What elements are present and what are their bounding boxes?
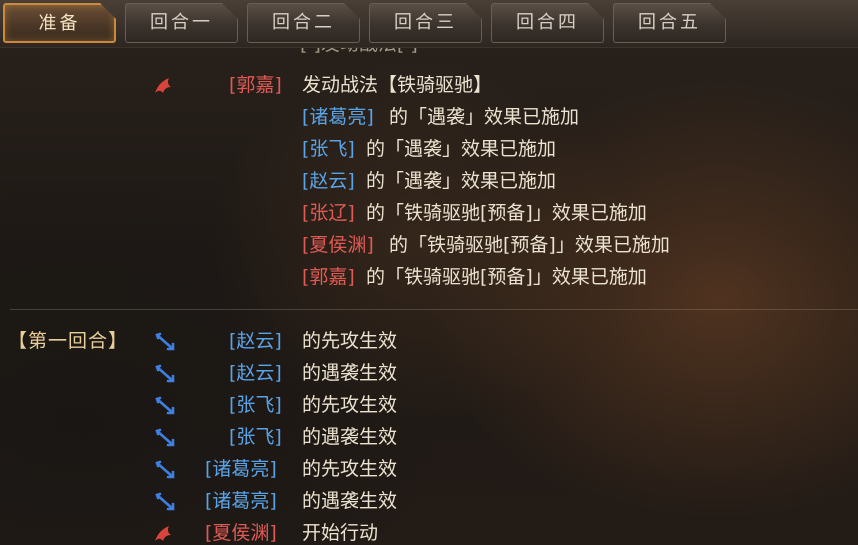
log-text: 开始行动 bbox=[302, 522, 379, 544]
log-text: 的「铁骑驱驰[预备]」效果已施加 bbox=[366, 202, 647, 224]
blue-arrow-icon bbox=[154, 427, 176, 449]
general-name: [郭嘉] bbox=[302, 266, 355, 288]
log-text: 的「铁骑驱驰[预备]」效果已施加 bbox=[389, 234, 670, 256]
tab-round-3[interactable]: 回合三 bbox=[369, 3, 482, 43]
log-text: 的「铁骑驱驰[预备]」效果已施加 bbox=[366, 266, 647, 288]
general-name: [郭嘉] bbox=[229, 74, 282, 96]
battle-log[interactable]: [ ]发动战法[ ] [郭嘉] 发动战法【铁骑驱驰】 [诸葛亮] 的「遇袭」效果… bbox=[0, 48, 858, 545]
log-text: 的先攻生效 bbox=[302, 458, 398, 480]
tab-round-2[interactable]: 回合二 bbox=[247, 3, 360, 43]
general-name: [诸葛亮] bbox=[205, 458, 277, 480]
log-line: [诸葛亮] 的「遇袭」效果已施加 bbox=[0, 102, 858, 132]
tab-round-5[interactable]: 回合五 bbox=[613, 3, 726, 43]
blue-arrow-icon bbox=[154, 331, 176, 353]
log-line: [夏侯渊] 开始行动 bbox=[0, 518, 858, 545]
log-text: 的先攻生效 bbox=[302, 394, 398, 416]
log-text: 的「遇袭」效果已施加 bbox=[389, 106, 580, 128]
general-name: [夏侯渊] bbox=[302, 234, 374, 256]
log-text: 的先攻生效 bbox=[302, 330, 398, 352]
log-line: [张飞] 的先攻生效 bbox=[0, 390, 858, 420]
red-cavalry-icon bbox=[152, 523, 174, 545]
log-line: [郭嘉] 发动战法【铁骑驱驰】 bbox=[0, 70, 858, 100]
tab-round-1[interactable]: 回合一 bbox=[125, 3, 238, 43]
log-line: [诸葛亮] 的先攻生效 bbox=[0, 454, 858, 484]
blue-arrow-icon bbox=[154, 395, 176, 417]
log-line-partial: [ ]发动战法[ ] bbox=[300, 48, 418, 56]
log-line: [郭嘉] 的「铁骑驱驰[预备]」效果已施加 bbox=[0, 262, 858, 292]
round-label: 【第一回合】 bbox=[8, 330, 129, 352]
general-name: [张飞] bbox=[229, 426, 282, 448]
round-divider bbox=[10, 309, 858, 310]
log-text: 的遇袭生效 bbox=[302, 490, 398, 512]
blue-arrow-icon bbox=[154, 491, 176, 513]
log-text: 的遇袭生效 bbox=[302, 362, 398, 384]
log-line: [张飞] 的「遇袭」效果已施加 bbox=[0, 134, 858, 164]
tab-round-4[interactable]: 回合四 bbox=[491, 3, 604, 43]
round-tab-bar: 准备 回合一 回合二 回合三 回合四 回合五 bbox=[0, 0, 858, 48]
log-line: [赵云] 的「遇袭」效果已施加 bbox=[0, 166, 858, 196]
log-text: 的「遇袭」效果已施加 bbox=[366, 138, 557, 160]
tab-prep[interactable]: 准备 bbox=[3, 3, 116, 43]
blue-arrow-icon bbox=[154, 363, 176, 385]
log-text: 的「遇袭」效果已施加 bbox=[366, 170, 557, 192]
general-name: [赵云] bbox=[302, 170, 355, 192]
blue-arrow-icon bbox=[154, 459, 176, 481]
log-line: [诸葛亮] 的遇袭生效 bbox=[0, 486, 858, 516]
general-name: [张飞] bbox=[302, 138, 355, 160]
log-line: [赵云] 的遇袭生效 bbox=[0, 358, 858, 388]
general-name: [夏侯渊] bbox=[205, 522, 277, 544]
log-text: 的遇袭生效 bbox=[302, 426, 398, 448]
log-line: [张辽] 的「铁骑驱驰[预备]」效果已施加 bbox=[0, 198, 858, 228]
general-name: [赵云] bbox=[229, 362, 282, 384]
general-name: [张辽] bbox=[302, 202, 355, 224]
log-line: [夏侯渊] 的「铁骑驱驰[预备]」效果已施加 bbox=[0, 230, 858, 260]
log-line: [张飞] 的遇袭生效 bbox=[0, 422, 858, 452]
general-name: [赵云] bbox=[229, 330, 282, 352]
general-name: [张飞] bbox=[229, 394, 282, 416]
general-name: [诸葛亮] bbox=[302, 106, 374, 128]
general-name: [诸葛亮] bbox=[205, 490, 277, 512]
log-text: 发动战法【铁骑驱驰】 bbox=[302, 74, 493, 96]
red-cavalry-icon bbox=[152, 75, 174, 97]
log-line: 【第一回合】 [赵云] 的先攻生效 bbox=[0, 326, 858, 356]
